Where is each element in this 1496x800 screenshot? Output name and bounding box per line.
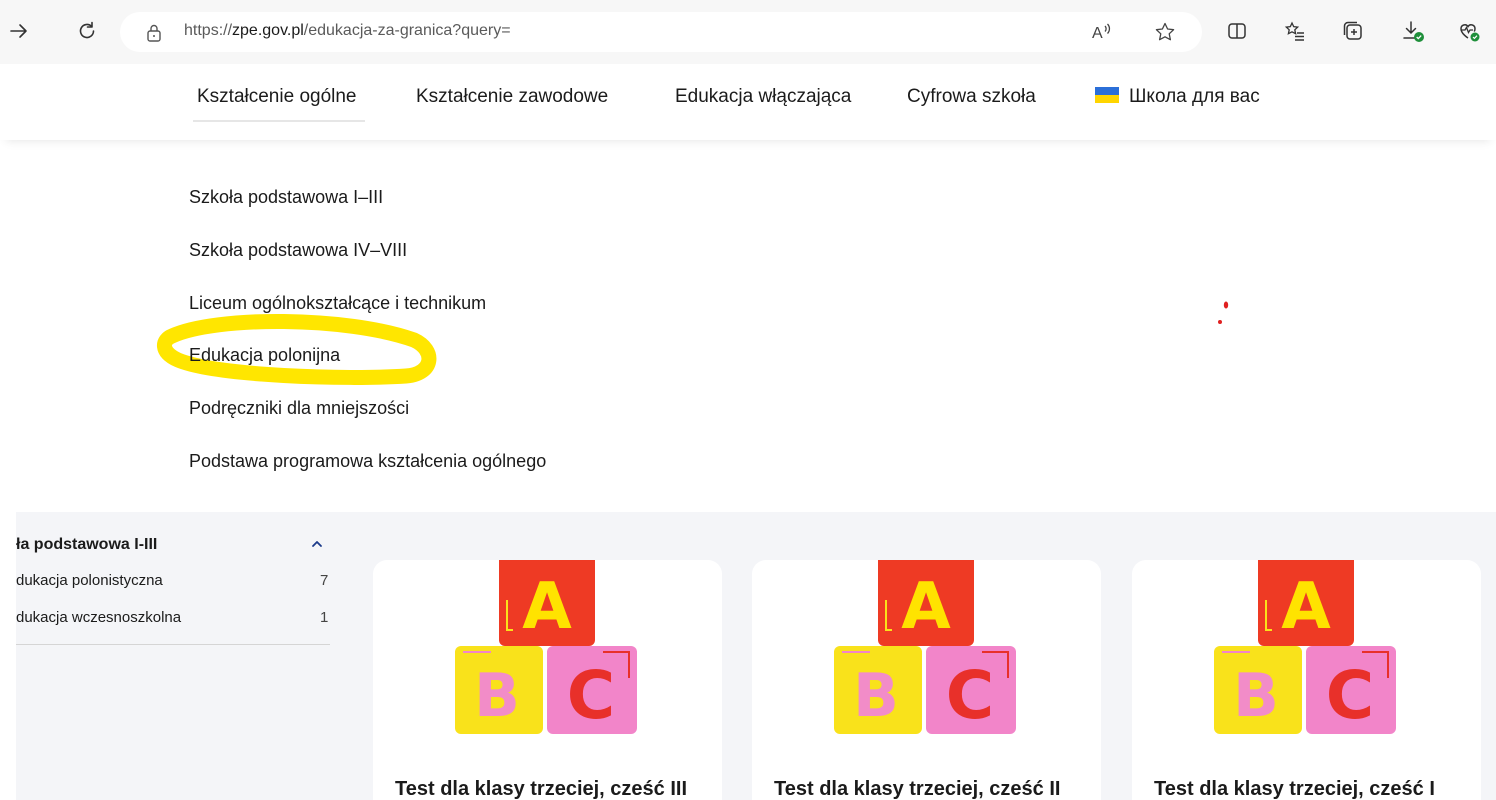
abc-blocks-image: A B C — [455, 560, 637, 734]
filter-count: 7 — [320, 572, 329, 589]
submenu-link-podstawa-programowa[interactable]: Podstawa programowa kształcenia ogólnego — [189, 451, 546, 472]
svg-text:C: C — [946, 657, 994, 734]
chevron-up-icon[interactable] — [310, 537, 324, 556]
content-area: ła podstawowa I-III dukacja polonistyczn… — [16, 512, 1496, 800]
resource-card[interactable]: A B C Test dla klasy trzeciej, cześć I — [1132, 560, 1481, 800]
nav-item-label: Школа для вас — [1129, 86, 1260, 107]
svg-text:B: B — [474, 661, 520, 731]
filter-count: 1 — [320, 609, 329, 626]
svg-text:B: B — [853, 661, 899, 731]
filter-item-edukacja-wczesnoszkolna[interactable]: dukacja wczesnoszkolna — [16, 609, 181, 626]
red-dots-mark — [1218, 301, 1229, 324]
address-bar[interactable]: https://zpe.gov.pl/edukacja-za-granica?q… — [120, 12, 1202, 52]
card-title[interactable]: Test dla klasy trzeciej, cześć I — [1154, 778, 1435, 800]
favorites-list-icon[interactable] — [1280, 16, 1310, 46]
lock-icon[interactable] — [146, 24, 162, 47]
url-text[interactable]: https://zpe.gov.pl/edukacja-za-granica?q… — [184, 22, 511, 40]
refresh-icon[interactable] — [72, 16, 102, 46]
abc-blocks-image: A B C — [1214, 560, 1396, 734]
forward-icon[interactable] — [4, 16, 34, 46]
svg-text:C: C — [1326, 657, 1374, 734]
collections-icon[interactable] — [1338, 16, 1368, 46]
nav-item-ksztalcenie-ogolne[interactable]: Kształcenie ogólne — [193, 86, 364, 122]
resource-card[interactable]: A B C Test dla klasy trzeciej, cześć III — [373, 560, 722, 800]
filter-item-edukacja-polonistyczna[interactable]: dukacja polonistyczna — [16, 572, 163, 589]
svg-text:A: A — [1281, 570, 1331, 644]
resource-card[interactable]: A B C Test dla klasy trzeciej, cześć II — [752, 560, 1101, 800]
submenu-link-liceum[interactable]: Liceum ogólnokształcące i technikum — [189, 293, 486, 314]
read-aloud-icon[interactable]: A — [1090, 21, 1114, 48]
svg-text:A: A — [1092, 25, 1103, 42]
submenu-link-podreczniki-mniejszosci[interactable]: Podręczniki dla mniejszości — [189, 398, 409, 419]
nav-item-shkola-dlya-vas[interactable]: Школа для вас — [1095, 86, 1260, 108]
svg-text:A: A — [901, 570, 951, 644]
svg-text:C: C — [567, 657, 615, 734]
submenu-link-szkola-podstawowa-1-3[interactable]: Szkoła podstawowa I–III — [189, 187, 383, 208]
svg-text:A: A — [522, 570, 572, 644]
card-title[interactable]: Test dla klasy trzeciej, cześć II — [774, 778, 1060, 800]
nav-item-ksztalcenie-zawodowe[interactable]: Kształcenie zawodowe — [416, 86, 608, 108]
browser-essentials-icon[interactable] — [1454, 16, 1484, 46]
favorite-star-icon[interactable] — [1154, 21, 1176, 48]
svg-text:B: B — [1233, 661, 1279, 731]
browser-toolbar: https://zpe.gov.pl/edukacja-za-granica?q… — [0, 0, 1496, 64]
card-title[interactable]: Test dla klasy trzeciej, cześć III — [395, 778, 687, 800]
split-screen-icon[interactable] — [1222, 16, 1252, 46]
main-navigation: Kształcenie ogólne Kształcenie zawodowe … — [0, 64, 1496, 140]
downloads-icon[interactable] — [1398, 16, 1428, 46]
filter-category-title[interactable]: ła podstawowa I-III — [16, 536, 157, 554]
submenu-link-szkola-podstawowa-4-8[interactable]: Szkoła podstawowa IV–VIII — [189, 240, 407, 261]
divider — [16, 644, 330, 645]
nav-item-cyfrowa-szkola[interactable]: Cyfrowa szkoła — [907, 86, 1036, 108]
ukraine-flag-icon — [1095, 87, 1119, 103]
nav-item-edukacja-wlaczajaca[interactable]: Edukacja włączająca — [675, 86, 851, 108]
submenu-panel: Szkoła podstawowa I–III Szkoła podstawow… — [16, 140, 1496, 512]
submenu-link-edukacja-polonijna[interactable]: Edukacja polonijna — [189, 345, 340, 366]
abc-blocks-image: A B C — [834, 560, 1016, 734]
